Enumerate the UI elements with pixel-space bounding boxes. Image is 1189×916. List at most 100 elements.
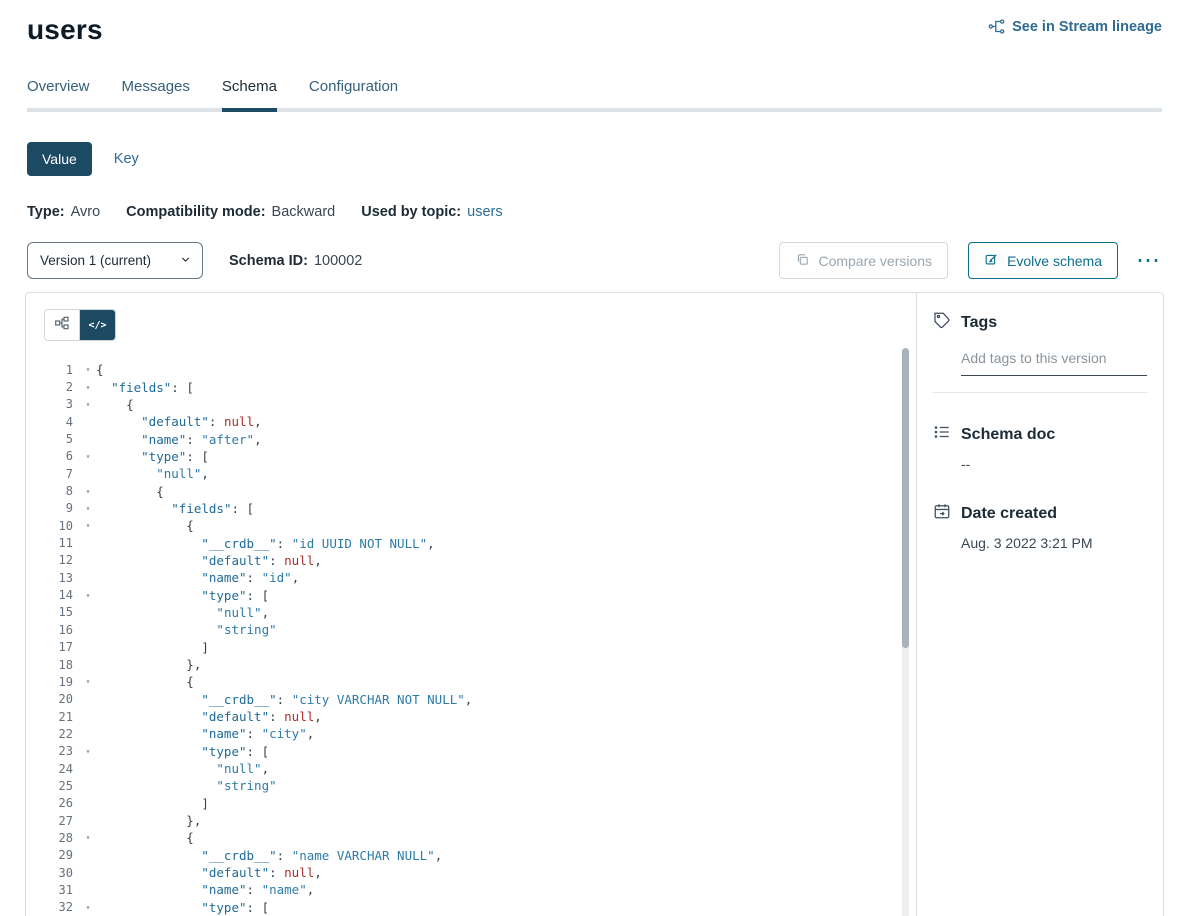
topic-link[interactable]: users [467, 204, 502, 220]
collapse-toggle-icon[interactable]: ▾ [80, 504, 96, 513]
tab-messages[interactable]: Messages [122, 78, 190, 108]
code-line: 8▾ { [44, 482, 916, 499]
line-number: 8 [44, 484, 80, 498]
schema-id-value: 100002 [314, 253, 362, 269]
code-line: 15 "null", [44, 604, 916, 621]
code-line: 11 "__crdb__": "id UUID NOT NULL", [44, 534, 916, 551]
code-text: { [96, 362, 104, 377]
collapse-toggle-icon[interactable]: ▾ [80, 747, 96, 756]
schema-id-label: Schema ID: [229, 253, 308, 269]
code-line: 18 }, [44, 656, 916, 673]
tab-overview[interactable]: Overview [27, 78, 90, 108]
code-line: 32▾ "type": [ [44, 899, 916, 916]
compare-icon [795, 252, 810, 270]
tags-section-heading: Tags [933, 311, 1147, 334]
line-number: 13 [44, 571, 80, 585]
meta-type: Type: Avro [27, 204, 100, 220]
line-number: 30 [44, 866, 80, 880]
collapse-toggle-icon[interactable]: ▾ [80, 677, 96, 686]
code-line: 16 "string" [44, 621, 916, 638]
evolve-schema-label: Evolve schema [1007, 253, 1102, 269]
more-options-button[interactable]: ⋯ [1134, 249, 1162, 273]
meta-type-value: Avro [71, 204, 101, 220]
value-key-toggle: Value Key [27, 142, 1162, 176]
code-scrollbar-thumb[interactable] [902, 348, 909, 648]
code-view-icon: </> [88, 320, 106, 331]
code-line: 30 "default": null, [44, 864, 916, 881]
code-text: }, [96, 657, 201, 672]
collapse-toggle-icon[interactable]: ▾ [80, 833, 96, 842]
date-created-title: Date created [961, 505, 1057, 523]
compare-versions-label: Compare versions [818, 253, 932, 269]
line-number: 9 [44, 501, 80, 515]
code-text: "__crdb__": "id UUID NOT NULL", [96, 536, 435, 551]
collapse-toggle-icon[interactable]: ▾ [80, 383, 96, 392]
value-toggle-button[interactable]: Value [27, 142, 92, 176]
controls-right: Compare versions Evolve schema ⋯ [779, 242, 1162, 279]
tree-view-icon [54, 315, 70, 336]
view-toggle: </> [44, 309, 116, 341]
code-text: "default": null, [96, 414, 262, 429]
page-title: users [27, 14, 103, 46]
collapse-toggle-icon[interactable]: ▾ [80, 487, 96, 496]
schema-doc-heading: Schema doc [933, 423, 1147, 446]
version-select[interactable]: Version 1 (current) [27, 242, 203, 279]
code-line: 26 ] [44, 795, 916, 812]
stream-lineage-icon [988, 18, 1005, 35]
tab-configuration[interactable]: Configuration [309, 78, 398, 108]
code-text: "string" [96, 778, 277, 793]
line-number: 20 [44, 692, 80, 706]
line-number: 11 [44, 536, 80, 550]
collapse-toggle-icon[interactable]: ▾ [80, 903, 96, 912]
line-number: 28 [44, 831, 80, 845]
meta-compatibility: Compatibility mode: Backward [126, 204, 335, 220]
collapse-toggle-icon[interactable]: ▾ [80, 521, 96, 530]
code-line: 2▾ "fields": [ [44, 378, 916, 395]
line-number: 16 [44, 623, 80, 637]
collapse-toggle-icon[interactable]: ▾ [80, 591, 96, 600]
meta-compatibility-label: Compatibility mode: [126, 204, 265, 220]
line-number: 6 [44, 449, 80, 463]
code-line: 20 "__crdb__": "city VARCHAR NOT NULL", [44, 691, 916, 708]
sidebar-divider [933, 392, 1147, 393]
collapse-toggle-icon[interactable]: ▾ [80, 365, 96, 374]
code-editor: </> 1▾{2▾ "fields": [3▾ {4 "default": nu… [26, 293, 917, 916]
doc-list-icon [933, 423, 951, 446]
line-number: 1 [44, 363, 80, 377]
schema-page: users See in Stream lineage Overview Mes… [0, 0, 1189, 916]
code-text: "null", [96, 605, 269, 620]
line-number: 10 [44, 519, 80, 533]
code-line: 14▾ "type": [ [44, 586, 916, 603]
tags-title: Tags [961, 314, 997, 332]
code-text: }, [96, 813, 201, 828]
code-view-button[interactable]: </> [80, 310, 115, 340]
tab-schema[interactable]: Schema [222, 78, 277, 108]
meta-topic-label: Used by topic: [361, 204, 461, 220]
line-number: 25 [44, 779, 80, 793]
line-number: 14 [44, 588, 80, 602]
line-number: 22 [44, 727, 80, 741]
compare-versions-button[interactable]: Compare versions [779, 242, 948, 279]
tree-view-button[interactable] [45, 310, 80, 340]
code-line: 13 "name": "id", [44, 569, 916, 586]
collapse-toggle-icon[interactable]: ▾ [80, 452, 96, 461]
tags-input[interactable] [961, 350, 1147, 376]
edit-icon [984, 252, 999, 270]
evolve-schema-button[interactable]: Evolve schema [968, 242, 1118, 279]
line-number: 5 [44, 432, 80, 446]
collapse-toggle-icon[interactable]: ▾ [80, 400, 96, 409]
meta-type-label: Type: [27, 204, 65, 220]
key-toggle-button[interactable]: Key [114, 151, 139, 167]
code-text: "type": [ [96, 449, 209, 464]
code-text: "type": [ [96, 588, 269, 603]
line-number: 29 [44, 848, 80, 862]
line-number: 12 [44, 553, 80, 567]
code-text: "string" [96, 622, 277, 637]
meta-compatibility-value: Backward [272, 204, 336, 220]
code-text: "name": "city", [96, 726, 314, 741]
code-text: { [96, 830, 194, 845]
code-text: "fields": [ [96, 380, 194, 395]
line-number: 27 [44, 814, 80, 828]
stream-lineage-link[interactable]: See in Stream lineage [988, 18, 1162, 35]
schema-controls: Version 1 (current) Schema ID: 100002 Co… [27, 242, 1162, 279]
